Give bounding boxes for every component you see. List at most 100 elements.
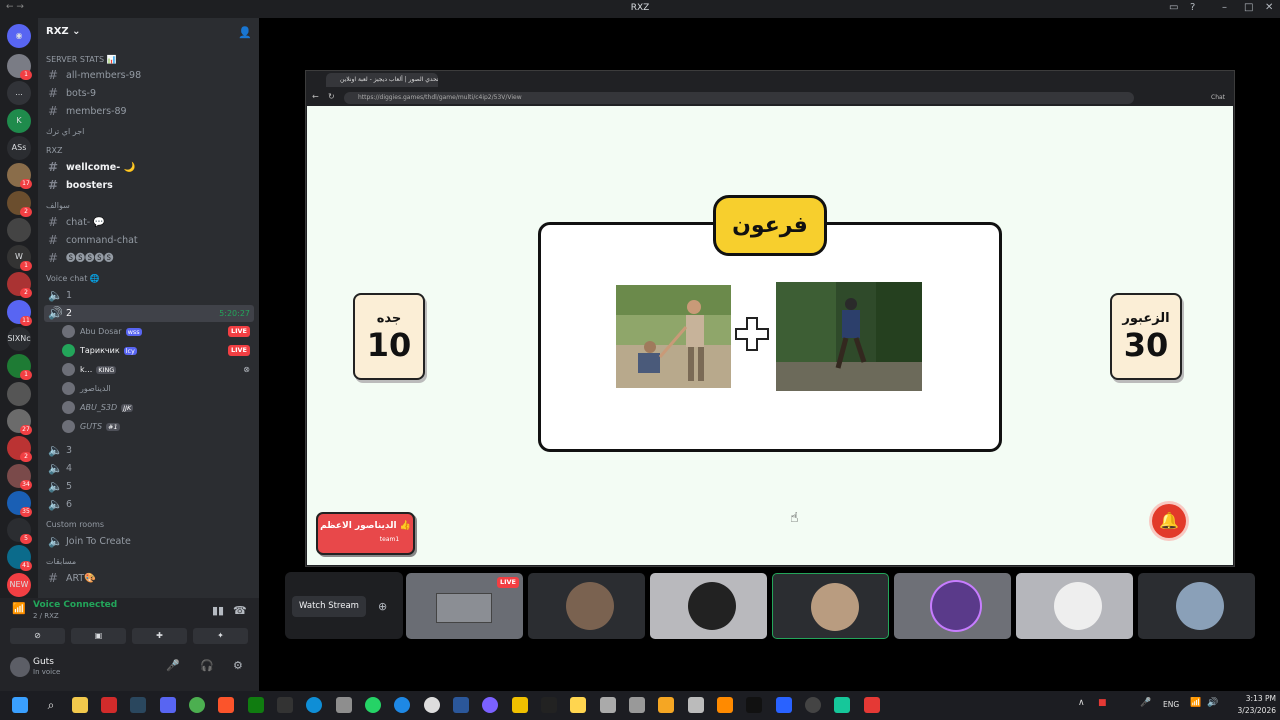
- database-icon[interactable]: [629, 697, 645, 713]
- app-icon[interactable]: [570, 697, 586, 713]
- start-icon[interactable]: [12, 697, 28, 713]
- reload-icon[interactable]: ↻: [328, 92, 335, 101]
- inbox-icon[interactable]: ▭: [1169, 2, 1178, 13]
- file-explorer-icon[interactable]: [72, 697, 88, 713]
- bell-icon[interactable]: 🔔: [1152, 504, 1186, 538]
- disconnect-icon[interactable]: ☎: [233, 604, 247, 617]
- back-arrow-icon[interactable]: ← →: [6, 2, 24, 12]
- word-icon[interactable]: [453, 697, 469, 713]
- app-icon[interactable]: [688, 697, 704, 713]
- avatar[interactable]: [10, 657, 30, 677]
- browser-tab[interactable]: تحدي الصور | ألعاب ديجيز - لعبة اونلاين: [326, 73, 438, 87]
- app-icon[interactable]: [394, 697, 410, 713]
- voice-channel-join-to-create[interactable]: 🔈 Join To Create: [44, 533, 254, 550]
- category-chat[interactable]: سوالف: [44, 197, 254, 214]
- participant-tile[interactable]: [528, 573, 645, 639]
- steam-icon[interactable]: [130, 697, 146, 713]
- chat-label[interactable]: Chat: [1211, 94, 1225, 101]
- server-icon[interactable]: SIXNc: [7, 327, 31, 351]
- voice-channel-5[interactable]: 🔈 5: [44, 478, 254, 495]
- language-indicator[interactable]: ENG: [1163, 700, 1179, 709]
- channel-command-chat[interactable]: # command-chat: [44, 232, 254, 249]
- server-name[interactable]: RXZ ⌄: [46, 26, 81, 37]
- brave-icon[interactable]: [218, 697, 234, 713]
- invite-icon[interactable]: 👤: [238, 26, 252, 39]
- soundboard-button[interactable]: ✦: [193, 628, 248, 644]
- roblox-icon[interactable]: [658, 697, 674, 713]
- participant-tile[interactable]: [772, 573, 889, 639]
- category-custom-rooms[interactable]: Custom rooms: [44, 516, 254, 533]
- voice-channel-1[interactable]: 🔈 1: [44, 287, 254, 304]
- channel-members[interactable]: # members-89: [44, 103, 254, 120]
- app-icon[interactable]: [424, 697, 440, 713]
- store-icon[interactable]: [336, 697, 352, 713]
- camera-button[interactable]: ⊘: [10, 628, 65, 644]
- back-icon[interactable]: ←: [312, 92, 319, 101]
- app-icon[interactable]: [805, 697, 821, 713]
- voice-channel-6[interactable]: 🔈 6: [44, 496, 254, 513]
- category-rxz[interactable]: RXZ: [44, 142, 254, 159]
- channel-chat[interactable]: # chat- 💬: [44, 214, 254, 231]
- server-icon[interactable]: [7, 381, 31, 406]
- noise-suppression-icon[interactable]: ▮▮: [212, 604, 224, 617]
- epic-games-icon[interactable]: [277, 697, 293, 713]
- voice-user[interactable]: Abu Dosar wss LIVE: [44, 323, 254, 340]
- wifi-icon[interactable]: 📶: [1190, 698, 1201, 708]
- channel-boosters[interactable]: # boosters: [44, 177, 254, 194]
- participant-tile[interactable]: [1138, 573, 1255, 639]
- voice-user[interactable]: الديناصور: [44, 380, 254, 397]
- headphones-icon[interactable]: 🎧: [200, 659, 214, 672]
- participant-tile[interactable]: [650, 573, 767, 639]
- app-icon[interactable]: [717, 697, 733, 713]
- channel-special[interactable]: # 🅢🅢🅢🅢🅢: [44, 250, 254, 267]
- channel-all-members[interactable]: # all-members-98: [44, 67, 254, 84]
- voice-status[interactable]: Voice Connected: [33, 600, 117, 610]
- voice-user[interactable]: k... KING ⊗: [44, 361, 254, 378]
- app-icon[interactable]: [101, 697, 117, 713]
- app-icon[interactable]: [776, 697, 792, 713]
- capcut-icon[interactable]: [541, 697, 557, 713]
- tray-chevron-icon[interactable]: ∧: [1078, 698, 1085, 708]
- discord-icon[interactable]: [160, 697, 176, 713]
- app-icon[interactable]: [746, 697, 762, 713]
- category-last[interactable]: مسابقات: [44, 553, 254, 570]
- activities-button[interactable]: ✚: [132, 628, 187, 644]
- voice-user[interactable]: Тарикчик lcy LIVE: [44, 342, 254, 359]
- server-icon[interactable]: ...: [7, 81, 31, 106]
- channel-welcome[interactable]: # wellcome- 🌙: [44, 159, 254, 176]
- voice-channel-3[interactable]: 🔈 3: [44, 442, 254, 459]
- server-icon[interactable]: K: [7, 108, 31, 133]
- participant-tile[interactable]: [1016, 573, 1133, 639]
- tray-app-icon[interactable]: ■: [1098, 698, 1107, 708]
- category-1[interactable]: اجر اي ترك: [44, 123, 254, 140]
- voice-channel-2[interactable]: 🔊 2 5:20:27: [44, 305, 254, 322]
- server-icon[interactable]: [7, 217, 31, 242]
- maximize-icon[interactable]: □: [1244, 2, 1253, 13]
- address-bar[interactable]: https://diggies.games/thdl/game/multi/c4…: [344, 92, 1134, 104]
- whatsapp-icon[interactable]: [365, 697, 381, 713]
- microphone-icon[interactable]: 🎤: [166, 659, 180, 672]
- app-icon[interactable]: [600, 697, 616, 713]
- app-icon[interactable]: [512, 697, 528, 713]
- close-icon[interactable]: ✕: [1265, 2, 1273, 13]
- search-icon[interactable]: ⌕: [43, 697, 59, 713]
- minimize-icon[interactable]: –: [1222, 2, 1227, 13]
- category-voice-chat[interactable]: Voice chat 🌐: [44, 270, 254, 287]
- volume-icon[interactable]: 🔊: [1207, 698, 1218, 708]
- voice-user[interactable]: ABU_S3D JJK: [44, 399, 254, 416]
- pop-out-icon[interactable]: ⊕: [378, 600, 387, 613]
- voice-user[interactable]: GUTS #1: [44, 418, 254, 435]
- xbox-icon[interactable]: [248, 697, 264, 713]
- settings-gear-icon[interactable]: ⚙: [233, 659, 243, 672]
- edge-icon[interactable]: [306, 697, 322, 713]
- voice-channel-4[interactable]: 🔈 4: [44, 460, 254, 477]
- channel-art[interactable]: # ART🎨: [44, 570, 254, 587]
- server-icon[interactable]: NEW: [7, 572, 31, 597]
- participant-tile[interactable]: [894, 573, 1011, 639]
- microphone-icon[interactable]: 🎤: [1140, 698, 1151, 708]
- app-icon[interactable]: [834, 697, 850, 713]
- category-server-stats[interactable]: SERVER STATS 📊: [44, 51, 254, 68]
- channel-bots[interactable]: # bots-9: [44, 85, 254, 102]
- screen-share-button[interactable]: ▣: [71, 628, 126, 644]
- server-icon[interactable]: ASs: [7, 135, 31, 160]
